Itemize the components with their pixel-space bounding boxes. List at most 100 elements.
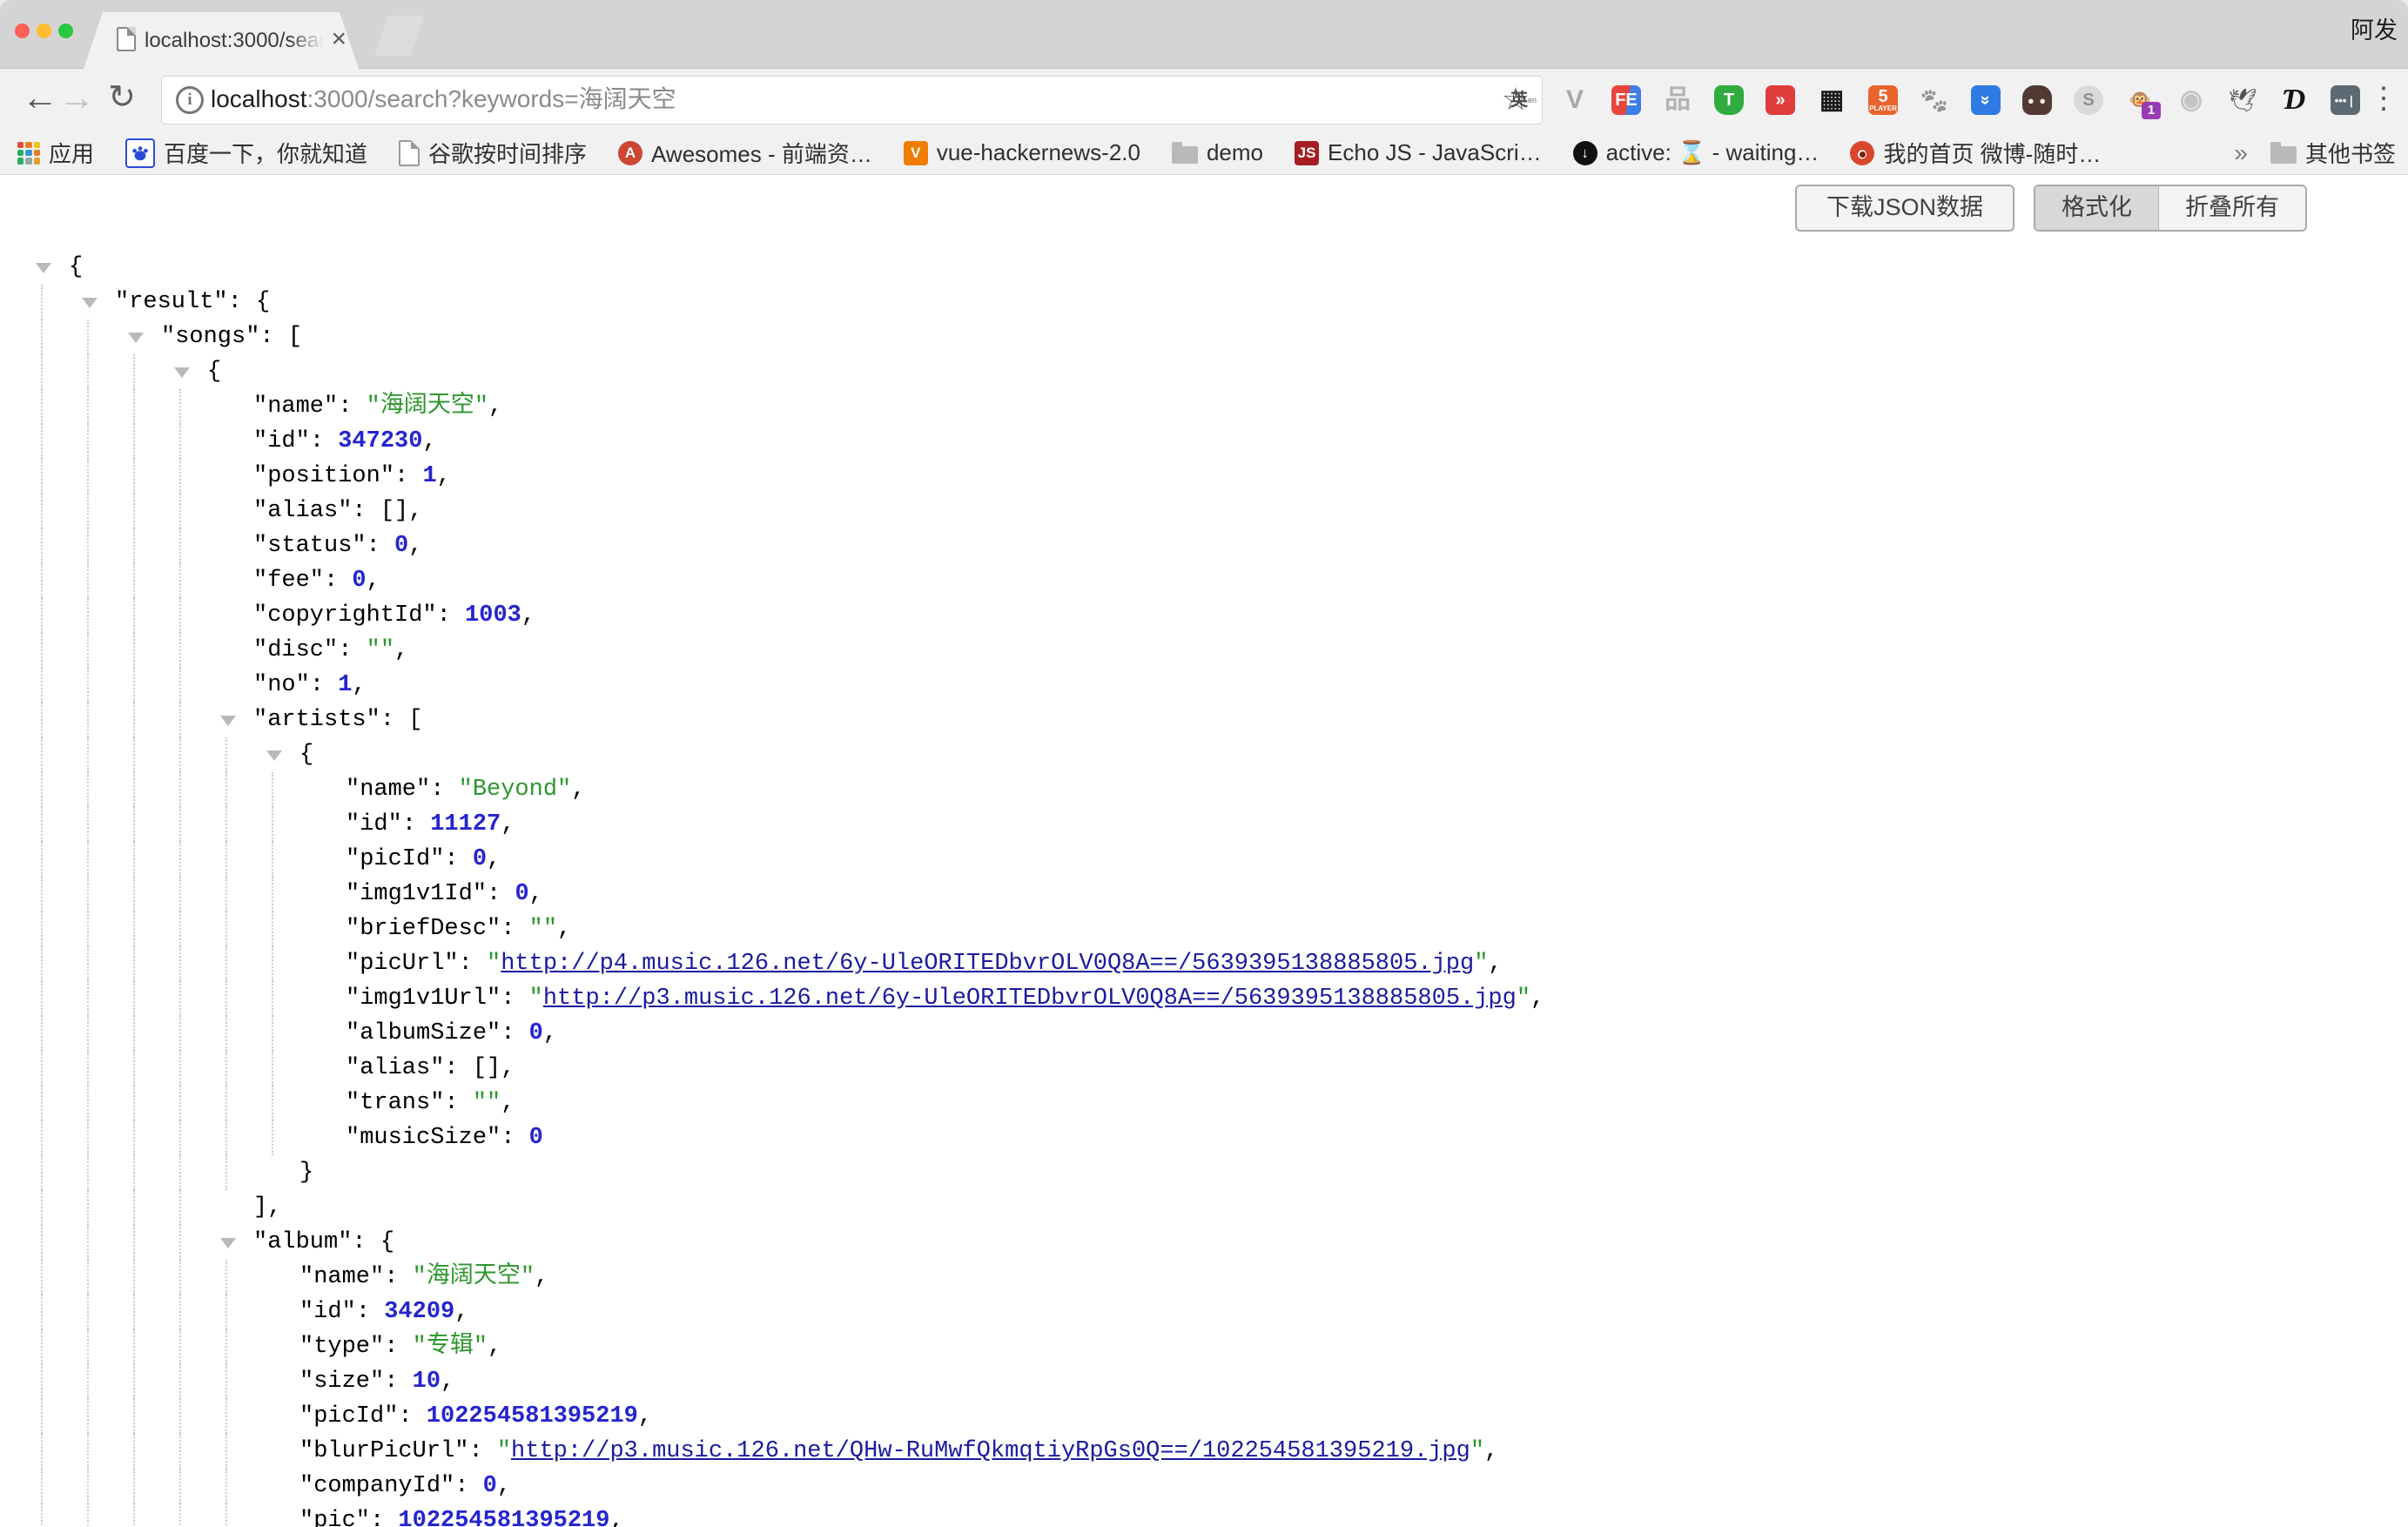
indent-guide [41, 1399, 43, 1434]
download-json-button[interactable]: 下载JSON数据 [1795, 185, 2015, 232]
indent-guide [133, 1503, 135, 1527]
indent-guide [87, 1051, 89, 1086]
ext-fe-icon[interactable]: FE [1611, 84, 1642, 116]
bookmark-google-sorted[interactable]: 谷歌按时间排序 [399, 137, 587, 169]
ext-shield-t-icon[interactable]: T [1713, 84, 1745, 116]
indent-guide [87, 946, 89, 981]
json-quote: " [1517, 985, 1530, 1012]
indent-guide [41, 389, 43, 424]
json-link[interactable]: http://p3.music.126.net/QHw-RuMwfQkmqtiy… [511, 1438, 1470, 1464]
collapse-toggle-icon[interactable] [128, 333, 144, 343]
json-punctuation: : [398, 1403, 426, 1429]
indent-guide [87, 1399, 89, 1434]
bookmarks-overflow-icon[interactable]: » [2234, 139, 2248, 167]
ext-sitemap-icon[interactable]: 品 [1662, 84, 1693, 116]
tab-close-icon[interactable]: × [331, 12, 346, 69]
json-link[interactable]: http://p3.music.126.net/6y-UleORITEDbvrO… [543, 985, 1517, 1012]
new-tab-button[interactable] [374, 16, 425, 56]
ext-d-icon[interactable]: Ɗ [2278, 84, 2310, 116]
indent-guide [41, 842, 43, 877]
close-window-button[interactable] [15, 24, 30, 38]
collapse-toggle-icon[interactable] [220, 1238, 236, 1248]
ext-translate-icon[interactable]: 英en [1508, 84, 1539, 116]
fe-icon: FE [1615, 91, 1638, 109]
json-string-value: "" [529, 916, 557, 942]
ext-mask-icon[interactable]: ● ● [2021, 84, 2053, 116]
bookmark-apps[interactable]: 应用 [17, 137, 94, 169]
indent-guide [87, 877, 89, 911]
bookmark-active[interactable]: ↓active: ⌛ - waiting… [1573, 139, 1819, 166]
json-tree: {"result": {"songs": [{"name": "海阔天空","i… [0, 250, 2408, 1527]
url-text[interactable]: localhost:3000/search?keywords=海阔天空 [211, 77, 676, 124]
format-button[interactable]: 格式化 [2035, 186, 2159, 230]
json-key: "musicSize" [346, 1125, 501, 1151]
indent-guide [272, 842, 273, 877]
ext-fast-forward-icon[interactable]: » [1765, 84, 1796, 116]
bookmark-echojs-icon: JS [1295, 141, 1319, 165]
json-key: "fee" [253, 568, 324, 594]
back-icon[interactable]: ← [21, 69, 59, 131]
ext-paw-icon[interactable]: 🐾 [1919, 84, 1950, 116]
page-info-icon[interactable]: i [176, 86, 204, 114]
collapse-toggle-icon[interactable] [36, 263, 51, 273]
maximize-window-button[interactable] [58, 24, 73, 38]
bookmark-demo[interactable]: demo [1172, 139, 1263, 166]
indent-guide [87, 1190, 89, 1225]
collapse-all-button[interactable]: 折叠所有 [2159, 186, 2305, 230]
json-punctuation: : [444, 846, 472, 872]
indent-guide [179, 703, 181, 737]
ext-double-chevron-down-icon[interactable]: » [1970, 84, 2001, 116]
other-bookmarks-label: 其他书签 [2305, 137, 2396, 169]
indent-guide [133, 494, 135, 528]
bookmark-label: 应用 [49, 137, 94, 169]
bookmark-baidu[interactable]: 百度一下，你就知道 [125, 137, 367, 169]
address-bar[interactable]: i localhost:3000/search?keywords=海阔天空 ☆ [161, 76, 1543, 124]
ext-dots-panel-icon[interactable]: •••❘ [2330, 84, 2361, 116]
json-number-value: 347230 [338, 428, 422, 454]
ext-vue-devtools-icon[interactable]: V [1559, 84, 1591, 116]
indent-guide [41, 703, 43, 737]
ext-html5-player-icon[interactable]: 5PLAYER [1867, 84, 1899, 116]
mask-icon: ● ● [2028, 95, 2047, 106]
ext-bird-icon[interactable]: 🕊 [2227, 84, 2258, 116]
bookmark-weibo[interactable]: 我的首页 微博-随时… [1850, 137, 2101, 169]
collapse-toggle-icon[interactable] [82, 298, 98, 308]
json-key: "pic" [299, 1508, 370, 1527]
indent-guide [87, 389, 89, 424]
ext-monkey-icon[interactable]: 🐵1 [2124, 84, 2156, 116]
indent-guide [179, 1434, 181, 1469]
indent-guide [87, 911, 89, 946]
json-line: "img1v1Url": "http://p3.music.126.net/6y… [0, 981, 2408, 1016]
ext-weibo-eye-icon[interactable]: ◉ [2176, 84, 2207, 116]
json-key: "briefDesc" [346, 916, 501, 942]
bookmark-vue-hackernews[interactable]: Vvue-hackernews-2.0 [904, 139, 1140, 166]
indent-guide [87, 981, 89, 1016]
json-line: "artists": [ [0, 703, 2408, 737]
collapse-toggle-icon[interactable] [174, 367, 190, 378]
json-link[interactable]: http://p4.music.126.net/6y-UleORITEDbvrO… [501, 951, 1474, 977]
bookmark-echojs[interactable]: JSEcho JS - JavaScri… [1295, 139, 1542, 166]
browser-tab[interactable]: localhost:3000/search?keywor × [84, 12, 359, 69]
other-bookmarks-folder[interactable]: 其他书签 [2270, 137, 2396, 169]
indent-guide [87, 737, 89, 772]
json-punctuation: , [488, 394, 502, 420]
browser-menu-icon[interactable]: ⋮ [2368, 69, 2399, 131]
bookmark-awesomes[interactable]: AAwesomes - 前端资… [618, 137, 872, 169]
minimize-window-button[interactable] [37, 24, 51, 38]
json-line: "size": 10, [0, 1364, 2408, 1399]
indent-guide [133, 911, 135, 946]
json-number-value: 102254581395219 [398, 1508, 609, 1527]
profile-name[interactable]: 阿发 [2351, 0, 2398, 68]
collapse-toggle-icon[interactable] [220, 716, 236, 726]
indent-guide [133, 1329, 135, 1364]
ext-s-circle-icon[interactable]: S [2073, 84, 2104, 116]
reload-icon[interactable]: ↻ [103, 69, 141, 131]
json-string-value: "海阔天空" [367, 394, 488, 420]
ext-qr-code-icon[interactable]: ▦ [1816, 84, 1847, 116]
bookmark-google-sorted-icon [399, 140, 420, 166]
view-mode-switch: 格式化 折叠所有 [2034, 185, 2307, 232]
bookmark-baidu-icon [125, 138, 155, 168]
collapse-toggle-icon[interactable] [266, 750, 282, 761]
tab-title: localhost:3000/search?keywor [145, 12, 329, 69]
json-line: "picUrl": "http://p4.music.126.net/6y-Ul… [0, 946, 2408, 981]
